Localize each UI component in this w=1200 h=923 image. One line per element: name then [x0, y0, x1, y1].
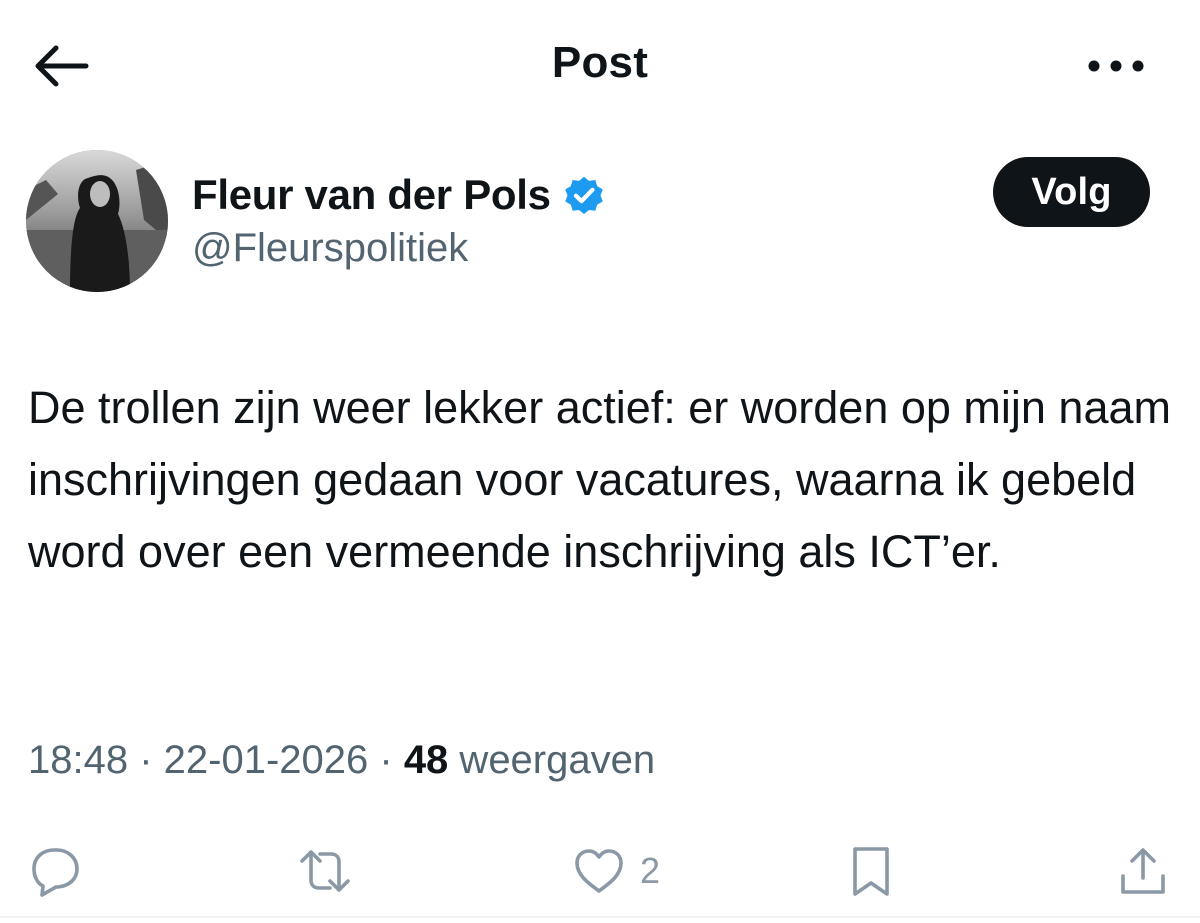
avatar[interactable] [26, 150, 168, 292]
reply-icon [32, 848, 79, 897]
verified-badge-icon [561, 172, 607, 218]
author-handle[interactable]: @Fleurspolitiek [192, 226, 468, 271]
more-options-button[interactable] [1080, 46, 1152, 86]
repost-icon [300, 850, 350, 892]
like-button[interactable]: 2 [570, 838, 660, 904]
bookmark-button[interactable] [842, 838, 900, 904]
bookmark-icon [853, 847, 889, 896]
post-meta: 18:48 · 22-01-2026 · 48 weergaven [28, 738, 655, 783]
views-count[interactable]: 48 [404, 738, 449, 783]
author-name-row: Fleur van der Pols [192, 168, 607, 222]
views-label[interactable]: weergaven [448, 738, 655, 783]
action-bar: 2 [0, 838, 1200, 908]
follow-button[interactable]: Volg [993, 157, 1150, 227]
reply-button[interactable] [26, 838, 84, 904]
post-date[interactable]: 22-01-2026 [164, 738, 369, 783]
page-title: Post [551, 38, 649, 87]
post-detail-screen: Post Fleur van der Pols @Fleurspolitiek … [0, 0, 1200, 923]
author-display-name[interactable]: Fleur van der Pols [192, 171, 551, 219]
repost-button[interactable] [296, 838, 354, 904]
more-horizontal-icon [1088, 60, 1144, 72]
like-count: 2 [640, 850, 661, 891]
avatar-photo [26, 150, 168, 292]
meta-separator: · [128, 738, 164, 782]
heart-icon [575, 849, 623, 893]
meta-separator: · [368, 738, 404, 782]
divider [0, 916, 1200, 918]
post-text: De trollen zijn weer lekker actief: er w… [28, 382, 1171, 577]
post-time[interactable]: 18:48 [28, 738, 128, 783]
share-button[interactable] [1114, 838, 1172, 904]
top-bar: Post [0, 0, 1200, 130]
share-icon [1121, 848, 1165, 894]
